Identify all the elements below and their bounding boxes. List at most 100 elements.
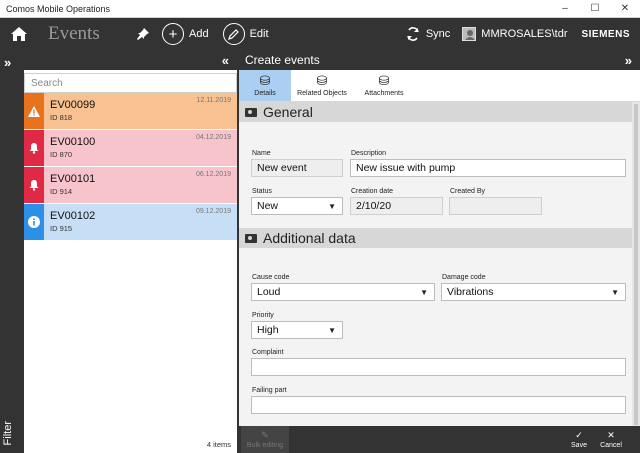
complaint-label: Complaint <box>252 349 284 356</box>
edit-button[interactable]: Edit <box>222 23 269 45</box>
bulk-editing-label: Bulk editing <box>246 442 284 449</box>
list-header: « <box>24 50 237 70</box>
sync-icon <box>407 27 419 41</box>
tab-details-label: Details <box>254 90 276 97</box>
add-label: Add <box>189 28 209 40</box>
event-date: 09.12.2019 <box>195 208 231 215</box>
expand-filter-icon[interactable]: » <box>4 55 11 70</box>
status-label: Status <box>252 188 272 195</box>
failing-part-label: Failing part <box>252 387 287 394</box>
attachments-tab-icon: ⛁ <box>378 73 390 88</box>
created-by-field[interactable] <box>449 197 542 215</box>
event-form: General Name New event Description New i… <box>239 102 632 427</box>
scrollbar-thumb[interactable] <box>634 104 638 425</box>
item-count: 4 items <box>206 440 231 449</box>
section-icon <box>245 233 257 243</box>
checkmark-icon: ✓ <box>575 430 583 440</box>
additional-section-header[interactable]: Additional data <box>239 228 632 248</box>
user-menu[interactable]: MMROSALES\tdr <box>462 27 567 41</box>
add-button[interactable]: + Add <box>162 23 209 45</box>
cancel-label: Cancel <box>600 442 622 449</box>
event-date: 04.12.2019 <box>195 134 231 141</box>
event-sub-id: ID 870 <box>50 150 73 159</box>
damage-code-label: Damage code <box>442 274 486 281</box>
form-scrollbar[interactable] <box>632 102 640 427</box>
tab-details[interactable]: ⛁ Details <box>239 70 291 101</box>
home-icon <box>11 27 27 41</box>
bottom-action-bar: ✎ Bulk editing ✓ Save ✕ Cancel <box>239 426 640 453</box>
creation-date-label: Creation date <box>351 188 394 195</box>
bell-icon <box>24 130 44 166</box>
user-name: MMROSALES\tdr <box>481 28 568 40</box>
close-icon: ✕ <box>607 430 615 440</box>
list-item-body: EV00099 ID 818 12.11.2019 <box>44 93 237 129</box>
sync-button[interactable]: Sync <box>406 27 450 41</box>
home-button[interactable] <box>0 18 38 50</box>
list-item[interactable]: EV00102 ID 915 09.12.2019 <box>24 204 237 241</box>
general-heading: General <box>263 104 313 120</box>
status-select[interactable]: New <box>251 197 343 215</box>
pencil-icon <box>222 23 245 45</box>
event-sub-id: ID 915 <box>50 224 73 233</box>
filter-strip: » Filter <box>0 50 24 453</box>
pin-button[interactable] <box>132 28 154 40</box>
damage-code-select[interactable]: Vibrations <box>441 283 626 301</box>
priority-select[interactable]: High <box>251 321 343 339</box>
related-objects-tab-icon: ⛁ <box>316 73 328 88</box>
expand-detail-icon[interactable]: » <box>625 53 632 68</box>
complaint-field[interactable] <box>251 358 626 376</box>
collapse-list-icon[interactable]: « <box>222 53 229 68</box>
general-section-header[interactable]: General <box>239 102 632 122</box>
failing-part-field[interactable] <box>251 396 626 414</box>
name-field[interactable]: New event <box>251 159 343 177</box>
event-date: 06.12.2019 <box>195 171 231 178</box>
description-label: Description <box>351 150 387 157</box>
list-item[interactable]: EV00099 ID 818 12.11.2019 <box>24 93 237 130</box>
list-item-body: EV00101 ID 914 06.12.2019 <box>44 167 237 203</box>
avatar <box>462 27 477 41</box>
maximize-button[interactable]: ☐ <box>580 0 610 18</box>
detail-header: Create events » <box>239 50 640 70</box>
detail-tabs: ⛁ Details ⛁ Related Objects ⛁ Attachment… <box>239 70 640 102</box>
edit-label: Edit <box>249 28 269 40</box>
tab-related-objects[interactable]: ⛁ Related Objects <box>291 70 353 101</box>
warning-icon <box>24 93 44 129</box>
tab-attachments[interactable]: ⛁ Attachments <box>353 70 415 101</box>
close-window-button[interactable]: ✕ <box>610 0 640 18</box>
event-list: EV00099 ID 818 12.11.2019 EV00100 ID 870 04.1… <box>24 93 237 241</box>
bulk-editing-button[interactable]: ✎ Bulk editing <box>241 426 289 453</box>
name-label: Name <box>252 150 271 157</box>
filter-toggle[interactable]: Filter <box>2 421 14 445</box>
info-icon <box>24 204 44 240</box>
cancel-button[interactable]: ✕ Cancel <box>595 430 627 449</box>
cause-code-label: Cause code <box>252 274 290 281</box>
siemens-logo: SIEMENS <box>581 28 630 40</box>
event-sub-id: ID 818 <box>50 113 73 122</box>
plus-icon: + <box>162 23 184 45</box>
window-title: Comos Mobile Operations <box>6 3 111 14</box>
minimize-button[interactable]: – <box>550 0 580 18</box>
event-date: 12.11.2019 <box>196 97 231 104</box>
app-toolbar: Events + Add Edit Sync MMROSALES\tdr SIE… <box>0 18 640 50</box>
page-title: Events <box>48 23 100 44</box>
search-input[interactable]: Search <box>24 73 237 93</box>
description-field[interactable]: New issue with pump <box>350 159 626 177</box>
created-by-label: Created By <box>450 188 486 195</box>
save-label: Save <box>571 442 587 449</box>
event-list-panel: « Search EV00099 ID 818 12.11.2019 EV00100 I… <box>24 50 237 453</box>
cause-code-select[interactable]: Loud <box>251 283 435 301</box>
details-tab-icon: ⛁ <box>259 73 271 88</box>
list-item-body: EV00100 ID 870 04.12.2019 <box>44 130 237 166</box>
tab-attachments-label: Attachments <box>364 90 404 97</box>
priority-label: Priority <box>252 312 274 319</box>
additional-heading: Additional data <box>263 230 356 246</box>
list-item[interactable]: EV00101 ID 914 06.12.2019 <box>24 167 237 204</box>
detail-title: Create events <box>245 53 320 67</box>
list-item[interactable]: EV00100 ID 870 04.12.2019 <box>24 130 237 167</box>
save-button[interactable]: ✓ Save <box>565 430 593 449</box>
window-titlebar: Comos Mobile Operations – ☐ ✕ <box>0 0 640 18</box>
creation-date-field[interactable]: 2/10/20 <box>350 197 443 215</box>
sync-label: Sync <box>425 28 451 40</box>
list-item-body: EV00102 ID 915 09.12.2019 <box>44 204 237 240</box>
tab-related-label: Related Objects <box>297 90 347 97</box>
